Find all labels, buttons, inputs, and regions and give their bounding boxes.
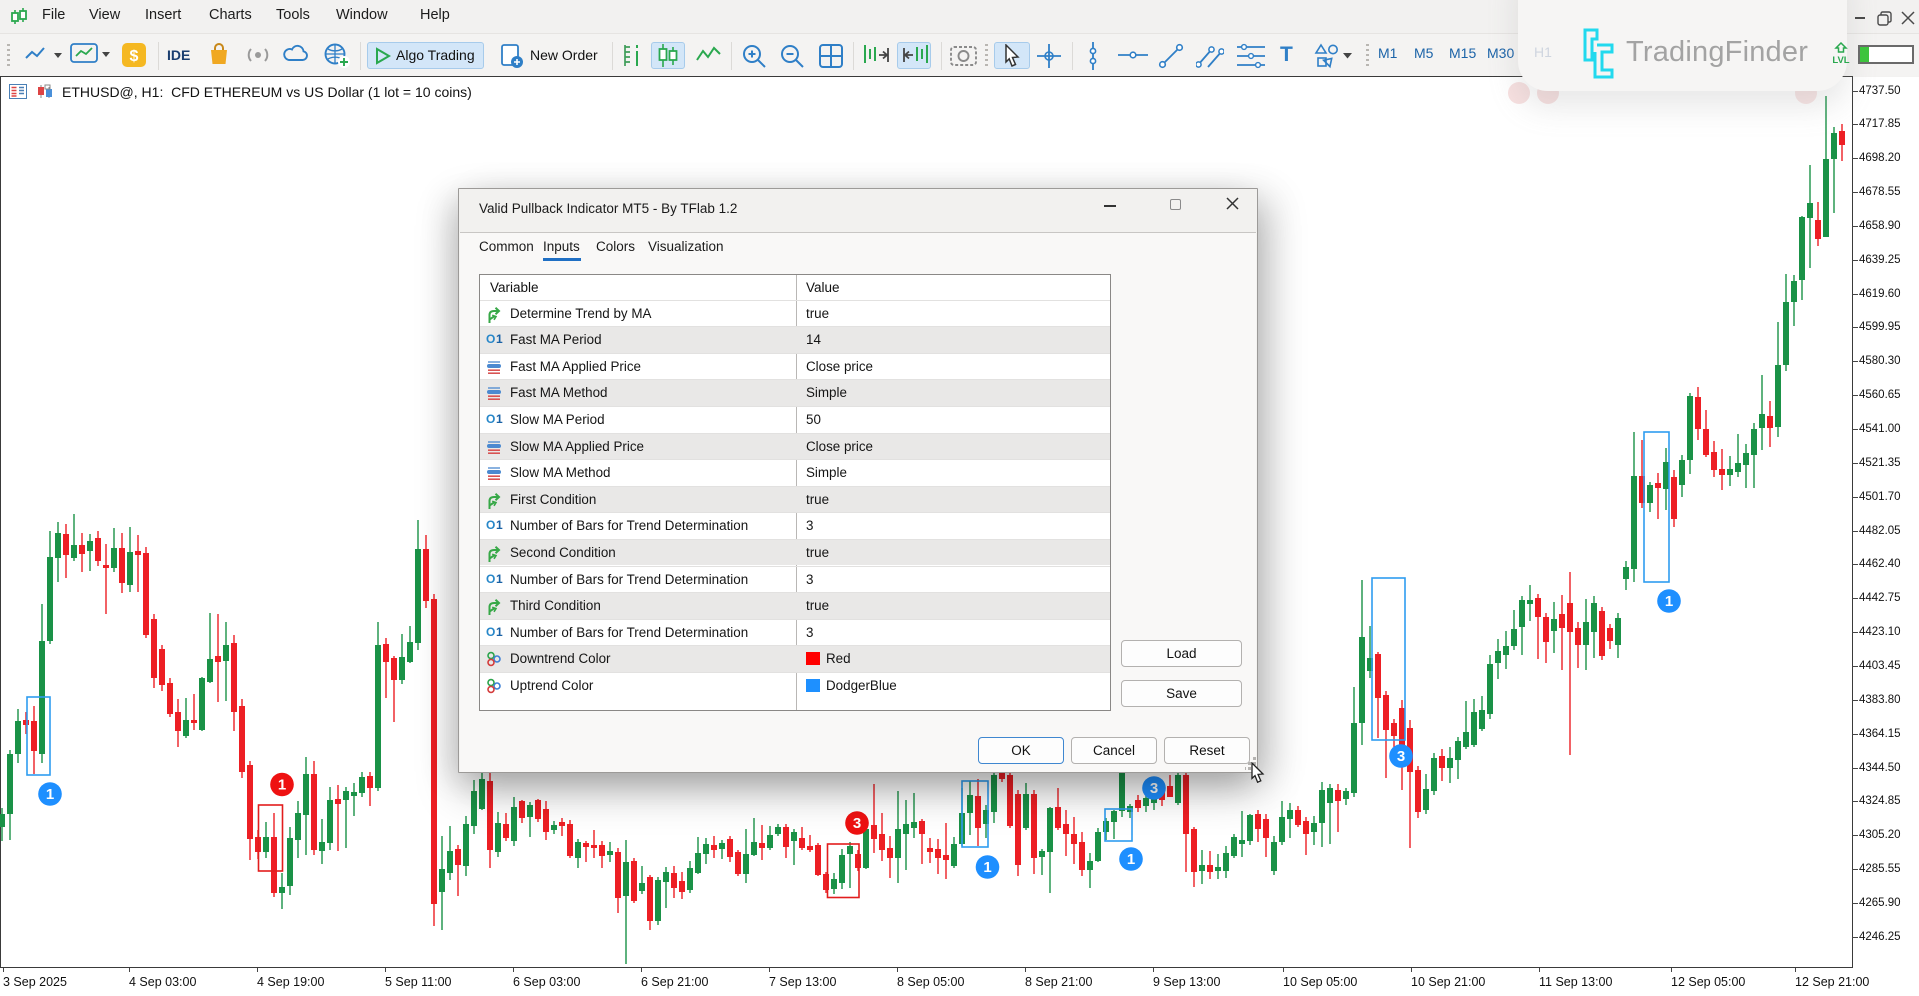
svg-text:1: 1: [496, 412, 503, 426]
svg-text:1: 1: [983, 859, 991, 876]
svg-text:O: O: [486, 572, 495, 586]
svg-text:1: 1: [496, 625, 503, 639]
svg-text:O: O: [486, 412, 495, 426]
svg-text:1: 1: [1665, 593, 1673, 610]
svg-text:O: O: [486, 625, 495, 639]
svg-text:1: 1: [46, 786, 54, 803]
svg-text:O: O: [486, 518, 495, 532]
svg-text:1: 1: [496, 572, 503, 586]
svg-text:O: O: [486, 332, 495, 346]
svg-text:3: 3: [1397, 748, 1405, 765]
svg-text:3: 3: [853, 815, 861, 832]
svg-text:1: 1: [1127, 851, 1135, 868]
svg-text:1: 1: [496, 332, 503, 346]
svg-text:LVL: LVL: [1832, 55, 1849, 66]
svg-text:3: 3: [1150, 780, 1158, 797]
svg-text:1: 1: [496, 518, 503, 532]
svg-text:1: 1: [278, 777, 286, 794]
